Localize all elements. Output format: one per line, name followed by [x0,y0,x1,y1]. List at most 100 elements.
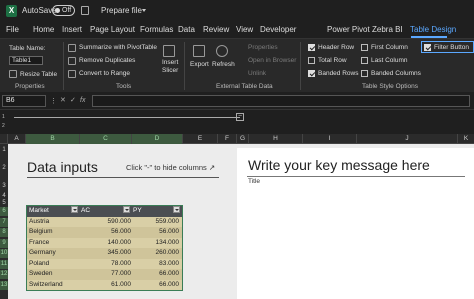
column-header-b[interactable]: B [26,134,80,144]
row-header[interactable]: 13 [0,281,8,290]
row-header[interactable]: 10 [0,249,8,258]
filter-button-checkbox[interactable] [424,44,431,51]
export-icon [193,45,205,57]
refresh-button[interactable]: Refresh [212,61,235,69]
table-row[interactable]: Belgium 56.000 56.000 [27,227,182,238]
resize-table-button[interactable]: Resize Table [20,71,57,79]
header-market[interactable]: Market [29,206,49,217]
banded-columns-checkbox[interactable] [361,70,368,77]
save-icon[interactable] [81,6,89,15]
properties-button[interactable]: Properties [248,44,278,52]
remove-duplicates-button[interactable]: Remove Duplicates [79,57,135,65]
row-header[interactable]: 9 [0,239,8,248]
function-icon[interactable]: fx [80,97,85,105]
column-header-i[interactable]: I [303,134,357,144]
table-row[interactable]: Germany 345.000 260.000 [27,248,182,259]
title-underline [27,177,219,178]
column-header-e[interactable]: E [183,134,218,144]
cell-py: 134.000 [155,238,180,246]
cell-ac: 78.000 [111,259,131,267]
filter-dropdown-icon[interactable] [123,206,130,213]
tab-zebra-bi[interactable]: Zebra BI [372,25,403,35]
enter-icon[interactable]: ✓ [70,97,76,105]
title-bar: X AutoSave Off Prepare file [0,0,474,22]
more-options-icon[interactable]: ⋮ [50,98,57,106]
row-header[interactable]: 7 [0,218,8,227]
column-header-a[interactable]: A [8,134,26,144]
insert-slicer-button[interactable]: Insert [162,59,178,67]
summarize-pivottable-button[interactable]: Summarize with PivotTable [79,44,157,52]
resize-table-icon [9,70,17,78]
cell-py: 559.000 [155,217,180,225]
tab-table-design[interactable]: Table Design [410,25,456,35]
row-header[interactable]: 11 [0,260,8,269]
outline-level-2[interactable]: 2 [2,123,5,129]
row-header[interactable]: 12 [0,270,8,279]
convert-to-range-button[interactable]: Convert to Range [79,70,130,78]
row-header[interactable]: 2 [0,164,8,173]
cell-market: Poland [29,259,50,267]
tab-data[interactable]: Data [178,25,195,35]
unlink-button[interactable]: Unlink [248,70,266,78]
cancel-icon[interactable]: ✕ [60,97,66,105]
collapse-icon[interactable]: − [236,113,244,121]
tab-file[interactable]: File [6,25,19,35]
row-header[interactable]: 1 [0,146,8,155]
tab-view[interactable]: View [236,25,253,35]
tab-power-pivot[interactable]: Power Pivot [327,25,370,35]
open-in-browser-button[interactable]: Open in Browser [248,57,296,65]
pivottable-icon [68,44,76,52]
column-header-g[interactable]: G [237,134,249,144]
tab-review[interactable]: Review [203,25,229,35]
table-row[interactable]: Sweden 77.000 66.000 [27,269,182,280]
remove-duplicates-icon [68,57,76,65]
insert-slicer-button-line2[interactable]: Slicer [162,67,178,75]
tab-developer[interactable]: Developer [260,25,296,35]
header-row-checkbox[interactable] [308,44,315,51]
export-button[interactable]: Export [190,61,209,69]
table-row[interactable]: Poland 78.000 83.000 [27,258,182,269]
column-header-k[interactable]: K [458,134,474,144]
row-header[interactable]: 3 [0,182,8,191]
data-table[interactable]: Market AC PY Austria 590.000 559.000 Bel… [26,205,183,291]
filter-dropdown-icon[interactable] [173,206,180,213]
last-column-checkbox[interactable] [361,57,368,64]
column-header-j[interactable]: J [357,134,458,144]
table-row[interactable]: Switzerland 61.000 66.000 [27,279,182,290]
tab-formulas[interactable]: Formulas [140,25,173,35]
header-ac[interactable]: AC [81,206,90,217]
prepare-file-label[interactable]: Prepare file [101,6,142,16]
column-header-d[interactable]: D [132,134,183,144]
name-box[interactable]: B6 [2,95,46,107]
formula-input[interactable] [92,95,470,107]
table-name-input[interactable]: Table1 [9,56,43,65]
banded-rows-checkbox[interactable] [308,70,315,77]
external-table-data-group-label: External Table Data [216,83,273,90]
table-row[interactable]: Austria 590.000 559.000 [27,216,182,227]
outline-line [14,117,240,118]
table-row[interactable]: France 140.000 134.000 [27,237,182,248]
column-header-c[interactable]: C [80,134,132,144]
cell-market: France [29,238,50,246]
filter-dropdown-icon[interactable] [71,206,78,213]
select-all-corner[interactable] [0,134,8,144]
tab-page-layout[interactable]: Page Layout [90,25,135,35]
key-message-heading[interactable]: Write your key message here [248,157,430,174]
autosave-toggle[interactable]: Off [52,5,75,16]
column-header-h[interactable]: H [249,134,303,144]
hide-columns-hint: Click "-" to hide columns ↗ [126,163,216,172]
row-header[interactable]: 8 [0,228,8,237]
column-header-f[interactable]: F [218,134,237,144]
tab-home[interactable]: Home [33,25,54,35]
cell-ac: 56.000 [111,228,131,235]
first-column-checkbox[interactable] [361,44,368,51]
cell-market: Austria [29,217,50,225]
divider [63,42,64,90]
tab-insert[interactable]: Insert [62,25,82,35]
total-row-checkbox[interactable] [308,57,315,64]
row-header[interactable]: 6 [0,207,8,216]
outline-level-1[interactable]: 1 [2,114,5,120]
header-py[interactable]: PY [133,206,142,217]
chevron-down-icon[interactable] [142,9,146,12]
autosave-toggle-label: Off [62,7,72,14]
